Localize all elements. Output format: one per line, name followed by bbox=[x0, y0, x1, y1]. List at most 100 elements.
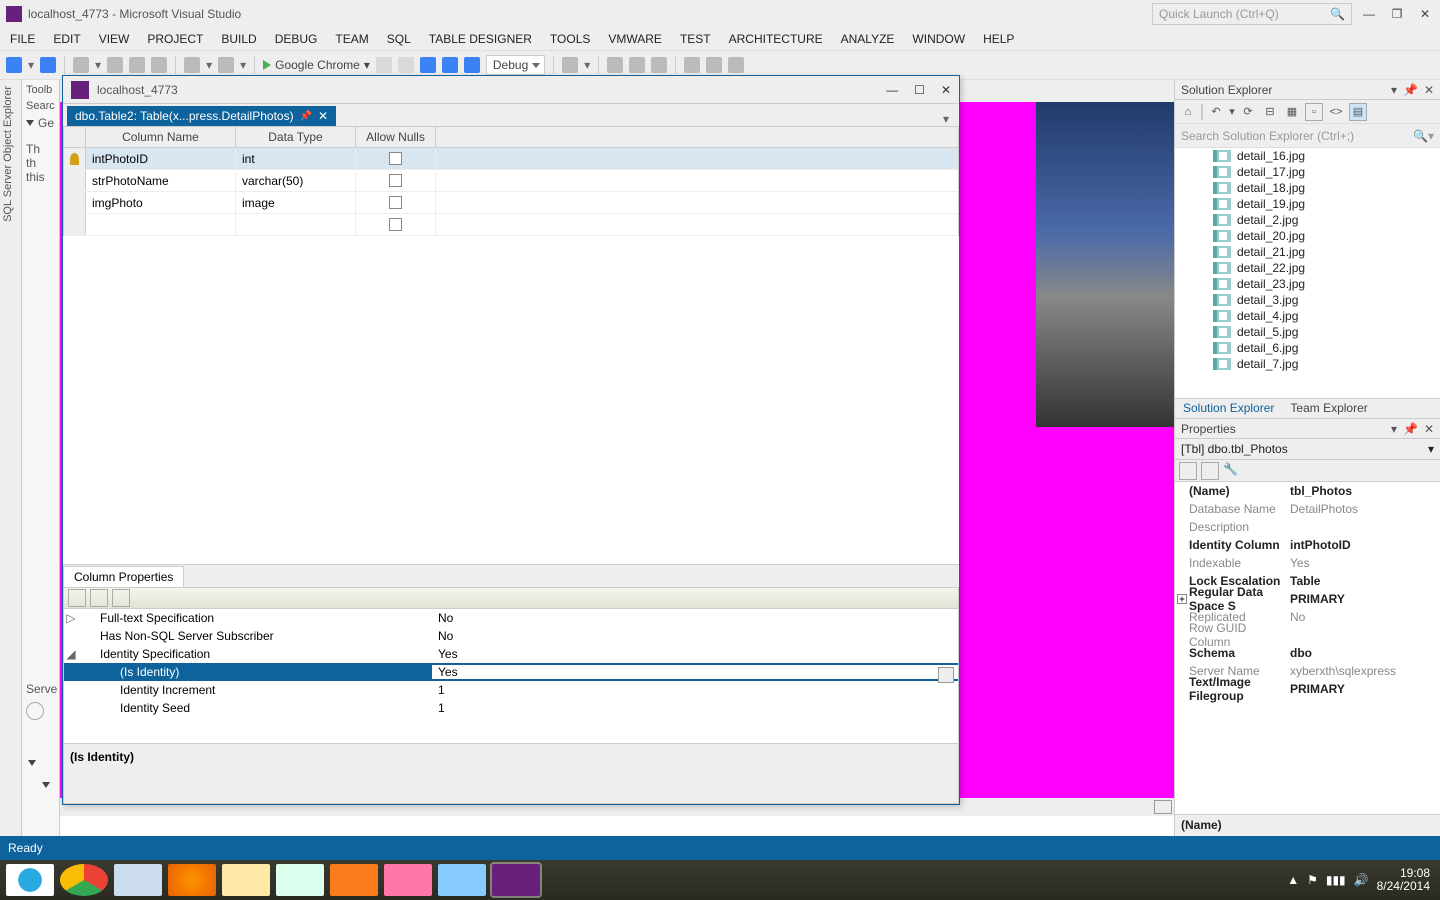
column-property-row[interactable]: Identity Seed1 bbox=[64, 699, 958, 717]
dropdown-icon[interactable]: ▾ bbox=[1391, 422, 1397, 436]
tab-dropdown-icon[interactable]: ▾ bbox=[937, 112, 955, 126]
taskbar-ie[interactable] bbox=[6, 864, 54, 896]
column-property-row[interactable]: (Is Identity)Yes bbox=[64, 663, 958, 681]
menu-window[interactable]: WINDOW bbox=[912, 32, 965, 46]
property-row[interactable]: (Name)tbl_Photos bbox=[1175, 482, 1440, 500]
taskbar-notepad[interactable] bbox=[276, 864, 324, 896]
categorized-icon[interactable] bbox=[1179, 462, 1197, 480]
pin-icon[interactable]: 📌 bbox=[300, 111, 312, 122]
column-property-row[interactable]: Identity Increment1 bbox=[64, 681, 958, 699]
sync-icon[interactable] bbox=[464, 57, 480, 73]
solution-item[interactable]: detail_5.jpg bbox=[1175, 324, 1440, 340]
tool-icon-3[interactable] bbox=[706, 57, 722, 73]
menu-analyze[interactable]: ANALYZE bbox=[841, 32, 895, 46]
property-row[interactable]: Text/Image FilegroupPRIMARY bbox=[1175, 680, 1440, 698]
close-button[interactable]: ✕ bbox=[1416, 7, 1434, 21]
pause-icon[interactable] bbox=[376, 57, 392, 73]
save-icon[interactable] bbox=[129, 57, 145, 73]
open-file-icon[interactable] bbox=[107, 57, 123, 73]
property-row[interactable]: Identity ColumnintPhotoID bbox=[1175, 536, 1440, 554]
refresh-icon[interactable] bbox=[26, 702, 44, 720]
expand-icon[interactable] bbox=[42, 782, 50, 788]
solution-item[interactable]: detail_17.jpg bbox=[1175, 164, 1440, 180]
key-icon[interactable] bbox=[607, 57, 623, 73]
tool-icon-1[interactable] bbox=[562, 57, 578, 73]
taskbar-app2[interactable] bbox=[438, 864, 486, 896]
menu-sql[interactable]: SQL bbox=[387, 32, 411, 46]
taskbar-firefox[interactable] bbox=[168, 864, 216, 896]
wrench-icon[interactable]: 🔧 bbox=[1223, 462, 1241, 480]
properties-grid[interactable]: (Name)tbl_PhotosDatabase NameDetailPhoto… bbox=[1175, 482, 1440, 814]
scroll-right-button[interactable] bbox=[1154, 800, 1172, 814]
property-row[interactable]: IndexableYes bbox=[1175, 554, 1440, 572]
refresh-icon[interactable] bbox=[442, 57, 458, 73]
quick-launch-input[interactable]: Quick Launch (Ctrl+Q) 🔍 bbox=[1152, 3, 1352, 25]
allow-nulls-checkbox[interactable] bbox=[389, 196, 402, 209]
column-property-row[interactable]: ▷Full-text SpecificationNo bbox=[64, 609, 958, 627]
solution-item[interactable]: detail_18.jpg bbox=[1175, 180, 1440, 196]
redo-icon[interactable] bbox=[218, 57, 234, 73]
relation-icon[interactable] bbox=[629, 57, 645, 73]
volume-icon[interactable]: 🔊 bbox=[1354, 873, 1369, 887]
close-icon[interactable]: ✕ bbox=[1424, 422, 1434, 436]
undo-icon[interactable] bbox=[184, 57, 200, 73]
menu-architecture[interactable]: ARCHITECTURE bbox=[729, 32, 823, 46]
menu-vmware[interactable]: VMWARE bbox=[608, 32, 662, 46]
header-column-name[interactable]: Column Name bbox=[86, 127, 236, 147]
menu-build[interactable]: BUILD bbox=[221, 32, 256, 46]
pin-icon[interactable]: 📌 bbox=[1403, 83, 1418, 97]
collapse-icon[interactable]: ⊟ bbox=[1261, 103, 1279, 121]
menu-edit[interactable]: EDIT bbox=[53, 32, 80, 46]
menu-view[interactable]: VIEW bbox=[99, 32, 130, 46]
property-row[interactable]: Schemadbo bbox=[1175, 644, 1440, 662]
sync-icon[interactable]: ⟳ bbox=[1239, 103, 1257, 121]
taskbar-app1[interactable] bbox=[384, 864, 432, 896]
alphabetical-icon[interactable] bbox=[90, 589, 108, 607]
close-icon[interactable]: ✕ bbox=[1424, 83, 1434, 97]
toolbox-group[interactable]: Ge bbox=[26, 116, 55, 130]
solution-item[interactable]: detail_19.jpg bbox=[1175, 196, 1440, 212]
new-project-icon[interactable] bbox=[73, 57, 89, 73]
column-properties-grid[interactable]: ▷Full-text SpecificationNoHas Non-SQL Se… bbox=[63, 609, 959, 744]
categorized-icon[interactable] bbox=[68, 589, 86, 607]
header-allow-nulls[interactable]: Allow Nulls bbox=[356, 127, 436, 147]
home-icon[interactable]: ⌂ bbox=[1179, 103, 1197, 121]
menu-tools[interactable]: TOOLS bbox=[550, 32, 590, 46]
forward-icon[interactable] bbox=[40, 57, 56, 73]
taskbar-xampp[interactable] bbox=[330, 864, 378, 896]
close-tab-icon[interactable]: ✕ bbox=[318, 109, 328, 123]
taskbar-clock[interactable]: 19:08 8/24/2014 bbox=[1377, 867, 1434, 893]
property-row[interactable]: Description bbox=[1175, 518, 1440, 536]
solution-item[interactable]: detail_23.jpg bbox=[1175, 276, 1440, 292]
taskbar-calculator[interactable] bbox=[114, 864, 162, 896]
restore-button[interactable]: ❐ bbox=[1388, 7, 1406, 21]
column-property-row[interactable]: ◢Identity SpecificationYes bbox=[64, 645, 958, 663]
column-row[interactable]: imgPhotoimage bbox=[64, 192, 958, 214]
allow-nulls-checkbox[interactable] bbox=[389, 174, 402, 187]
properties-icon[interactable] bbox=[112, 589, 130, 607]
menu-test[interactable]: TEST bbox=[680, 32, 711, 46]
column-row[interactable]: strPhotoNamevarchar(50) bbox=[64, 170, 958, 192]
solution-item[interactable]: detail_16.jpg bbox=[1175, 148, 1440, 164]
index-icon[interactable] bbox=[651, 57, 667, 73]
header-data-type[interactable]: Data Type bbox=[236, 127, 356, 147]
expand-icon[interactable] bbox=[28, 760, 36, 766]
solution-item[interactable]: detail_3.jpg bbox=[1175, 292, 1440, 308]
config-combo[interactable]: Debug bbox=[486, 55, 545, 75]
back-icon[interactable]: ↶ bbox=[1207, 103, 1225, 121]
solution-item[interactable]: detail_21.jpg bbox=[1175, 244, 1440, 260]
solution-item[interactable]: detail_6.jpg bbox=[1175, 340, 1440, 356]
solution-explorer-tree[interactable]: detail_16.jpgdetail_17.jpgdetail_18.jpgd… bbox=[1175, 148, 1440, 398]
column-row-empty[interactable] bbox=[64, 214, 958, 236]
solution-item[interactable]: detail_4.jpg bbox=[1175, 308, 1440, 324]
property-row[interactable]: Row GUID Column bbox=[1175, 626, 1440, 644]
tab-team-explorer[interactable]: Team Explorer bbox=[1282, 399, 1375, 418]
back-icon[interactable] bbox=[6, 57, 22, 73]
solution-explorer-search[interactable]: Search Solution Explorer (Ctrl+;) 🔍▾ bbox=[1175, 124, 1440, 148]
dropdown-icon[interactable]: ▾ bbox=[1391, 83, 1397, 97]
sql-server-explorer-tab[interactable]: SQL Server Object Explorer bbox=[2, 86, 14, 222]
property-row[interactable]: +Regular Data Space SPRIMARY bbox=[1175, 590, 1440, 608]
table-tab[interactable]: dbo.Table2: Table(x...press.DetailPhotos… bbox=[67, 106, 336, 126]
system-tray[interactable]: ▲ ⚑ ▮▮▮ 🔊 19:08 8/24/2014 bbox=[1287, 867, 1434, 893]
menu-file[interactable]: FILE bbox=[10, 32, 35, 46]
